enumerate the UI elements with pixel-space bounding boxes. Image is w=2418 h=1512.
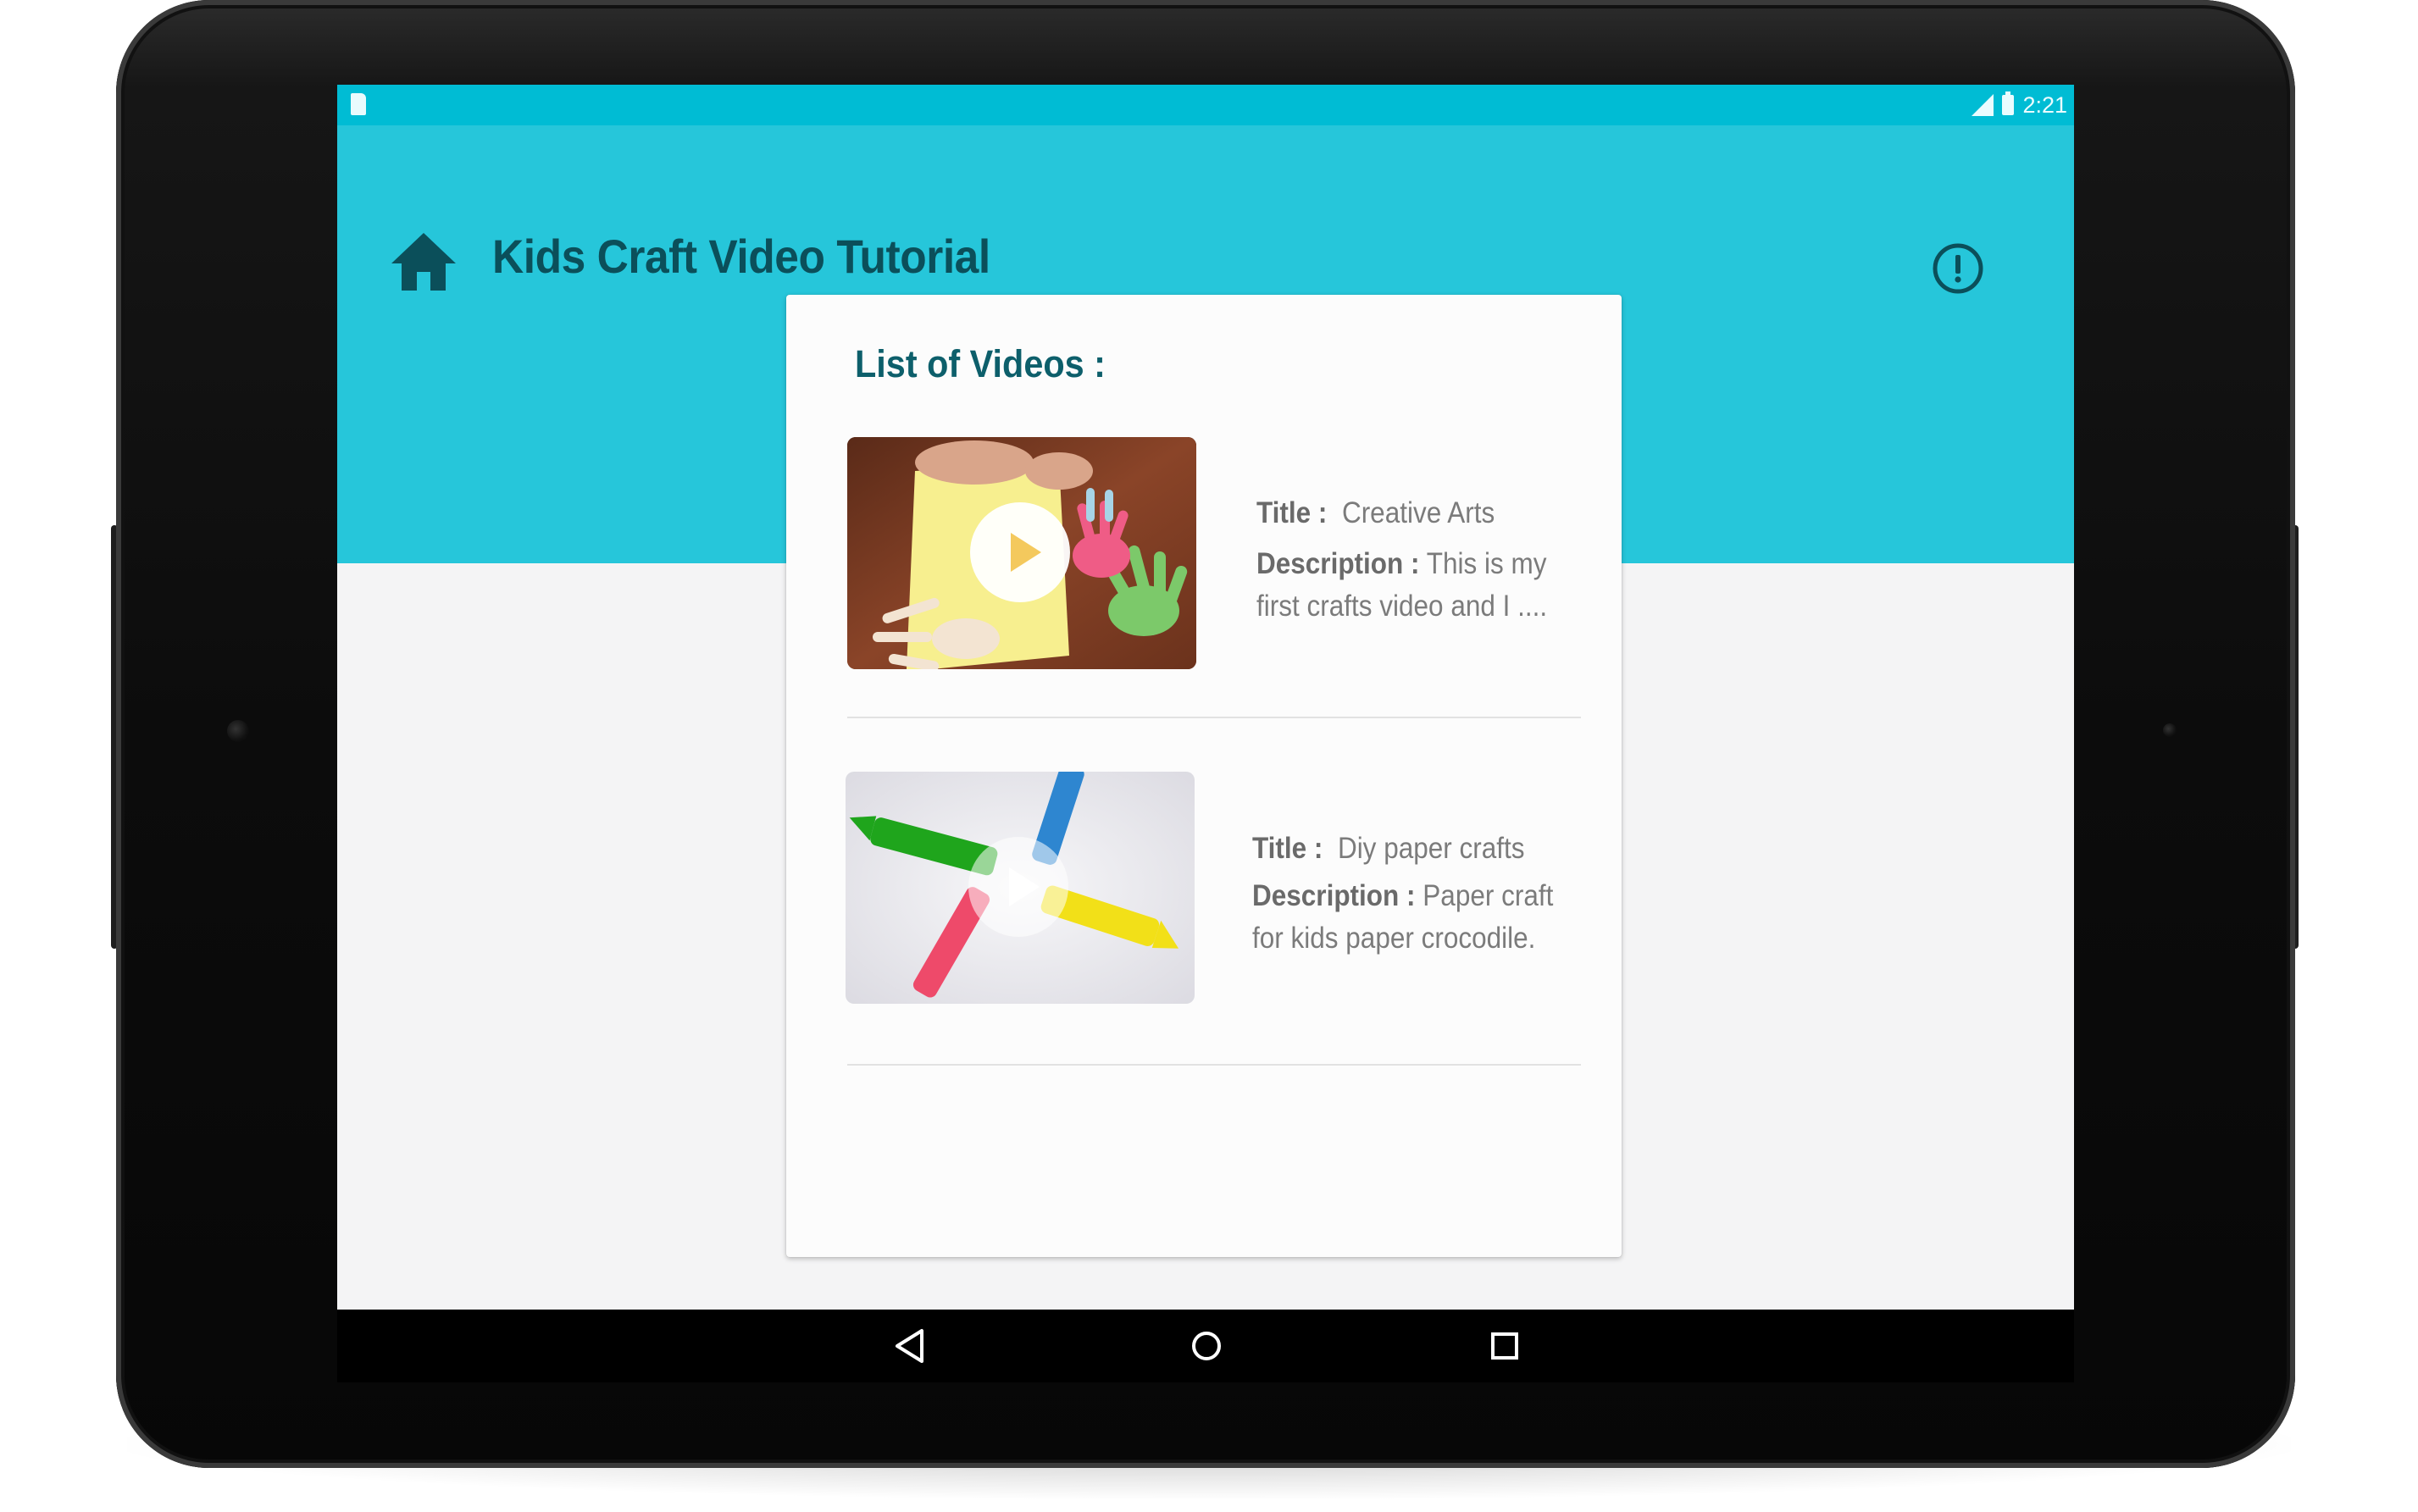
- status-icons: 2:21: [1972, 90, 2067, 120]
- front-camera: [227, 720, 249, 742]
- home-circle-icon[interactable]: [1190, 1328, 1223, 1364]
- navigation-bar: [337, 1310, 2074, 1382]
- video-thumbnail[interactable]: [847, 437, 1196, 669]
- video-description-line1: Paper craft: [1423, 879, 1554, 912]
- battery-icon: [2002, 91, 2015, 115]
- device-screen: 2:21 Kids Craft Video Tutorial List of V…: [337, 85, 2074, 1310]
- status-time: 2:21: [2022, 91, 2067, 118]
- info-icon[interactable]: [1932, 242, 1984, 295]
- video-list-card: List of Videos : Title: Creative Arts D…: [786, 295, 1622, 1257]
- video-title: Diy paper crafts: [1337, 832, 1525, 865]
- play-icon[interactable]: [968, 837, 1068, 937]
- card-heading: List of Videos :: [855, 342, 1106, 385]
- divider: [847, 717, 1581, 718]
- front-sensor: [2163, 723, 2177, 737]
- description-label: Description :: [1256, 547, 1420, 580]
- home-icon[interactable]: [390, 231, 458, 292]
- video-title: Creative Arts: [1341, 496, 1495, 529]
- video-thumbnail[interactable]: [846, 772, 1195, 1004]
- app-title: Kids Craft Video Tutorial: [492, 230, 990, 283]
- video-description-line2: for kids paper crocodile.: [1252, 922, 1536, 955]
- sd-card-icon: [351, 93, 366, 115]
- video-description-line1: This is my: [1426, 547, 1547, 580]
- video-description-line2: first crafts video and I ....: [1256, 590, 1548, 623]
- title-label: Title :: [1252, 832, 1323, 865]
- title-label: Title :: [1256, 496, 1328, 529]
- back-icon[interactable]: [893, 1328, 927, 1364]
- description-label: Description :: [1252, 879, 1416, 912]
- play-icon[interactable]: [970, 502, 1070, 602]
- divider: [847, 1064, 1581, 1066]
- signal-icon: [1972, 94, 1994, 116]
- status-bar: 2:21: [337, 85, 2074, 125]
- recents-icon[interactable]: [1488, 1328, 1522, 1364]
